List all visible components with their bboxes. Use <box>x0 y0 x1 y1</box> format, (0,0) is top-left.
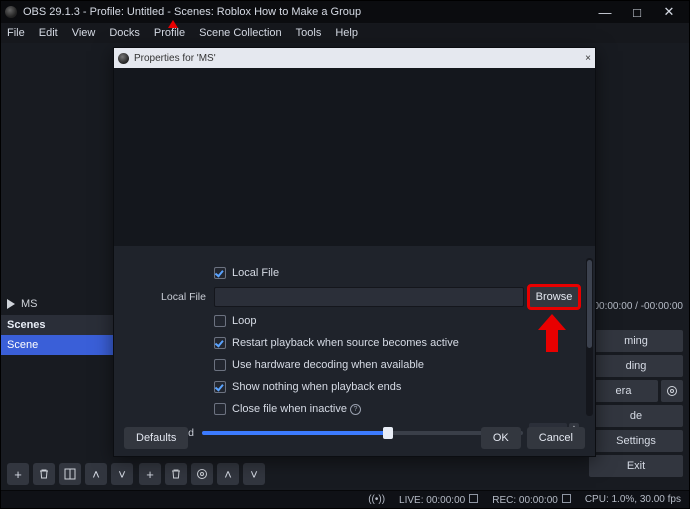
sources-up-button[interactable]: ˄ <box>217 463 239 485</box>
show-nothing-checkbox[interactable] <box>214 381 226 393</box>
right-button-2[interactable]: ding <box>589 355 683 377</box>
menu-view[interactable]: View <box>72 27 96 39</box>
gear-icon <box>667 386 677 396</box>
info-icon[interactable]: ? <box>350 404 361 415</box>
media-preview <box>114 68 595 246</box>
scenes-down-button[interactable]: ˅ <box>111 463 133 485</box>
browse-button[interactable]: Browse <box>529 286 579 308</box>
chevron-up-icon: ˄ <box>224 467 232 482</box>
menu-docks[interactable]: Docks <box>109 27 140 39</box>
live-status: LIVE: 00:00:00 <box>399 495 465 506</box>
minimize-button[interactable]: — <box>589 5 621 20</box>
dialog-logo-icon <box>118 53 129 64</box>
scenes-filter-button[interactable] <box>59 463 81 485</box>
close-button[interactable]: ✕ <box>653 4 685 20</box>
menu-tools[interactable]: Tools <box>296 27 322 39</box>
show-nothing-label: Show nothing when playback ends <box>232 381 401 393</box>
right-button-3[interactable]: era <box>589 380 658 402</box>
right-button-1[interactable]: ming <box>589 330 683 352</box>
chevron-down-icon: ˅ <box>250 467 258 482</box>
current-source-label: MS <box>21 298 38 310</box>
dialog-close-button[interactable]: × <box>585 53 591 64</box>
scenes-remove-button[interactable] <box>33 463 55 485</box>
menu-file[interactable]: File <box>7 27 25 39</box>
scenes-toolbar: + ˄ ˅ <box>7 462 133 486</box>
cpu-status: CPU: 1.0%, 30.00 fps <box>585 494 681 505</box>
trash-icon <box>38 468 50 480</box>
gear-icon <box>197 469 207 479</box>
ok-button[interactable]: OK <box>481 427 521 449</box>
menubar: File Edit View Docks Profile Scene Colle… <box>1 23 689 43</box>
dialog-scrollbar[interactable] <box>586 258 593 416</box>
menu-profile[interactable]: Profile <box>154 27 185 39</box>
right-gear-button[interactable] <box>661 380 683 402</box>
app-logo-icon <box>5 6 17 18</box>
columns-icon <box>64 468 76 480</box>
right-settings-button[interactable]: Settings <box>589 430 683 452</box>
menu-edit[interactable]: Edit <box>39 27 58 39</box>
menu-scene-collection[interactable]: Scene Collection <box>199 27 282 39</box>
window-title: OBS 29.1.3 - Profile: Untitled - Scenes:… <box>23 6 361 18</box>
live-square-icon[interactable] <box>469 494 478 503</box>
play-icon <box>7 299 15 309</box>
dialog-titlebar: Properties for 'MS' × <box>114 48 595 68</box>
chevron-down-icon: ˅ <box>118 467 126 482</box>
trash-icon <box>170 468 182 480</box>
close-file-checkbox[interactable] <box>214 403 226 415</box>
sources-remove-button[interactable] <box>165 463 187 485</box>
local-file-label: Local File <box>114 291 214 303</box>
media-time: 00:00:00 / -00:00:00 <box>589 301 683 312</box>
sources-down-button[interactable]: ˅ <box>243 463 265 485</box>
plus-icon: + <box>14 467 22 482</box>
maximize-button[interactable]: □ <box>621 5 653 20</box>
restart-label: Restart playback when source becomes act… <box>232 337 459 349</box>
right-exit-button[interactable]: Exit <box>589 455 683 477</box>
properties-dialog: Properties for 'MS' × Local File Local F… <box>113 47 596 457</box>
local-file-checkbox-label: Local File <box>232 267 279 279</box>
sources-toolbar: + ˄ ˅ <box>139 462 265 486</box>
local-file-input[interactable] <box>214 287 524 307</box>
hw-checkbox[interactable] <box>214 359 226 371</box>
local-file-checkbox[interactable] <box>214 267 226 279</box>
sources-add-button[interactable]: + <box>139 463 161 485</box>
rec-status: REC: 00:00:00 <box>492 495 558 506</box>
sources-properties-button[interactable] <box>191 463 213 485</box>
sources-current-row[interactable]: MS <box>1 293 117 315</box>
close-file-label: Close file when inactive <box>232 403 347 415</box>
plus-icon: + <box>146 467 154 482</box>
rec-square-icon[interactable] <box>562 494 571 503</box>
network-icon: ((•)) <box>368 494 385 505</box>
dialog-title: Properties for 'MS' <box>134 53 216 64</box>
status-bar: ((•)) LIVE: 00:00:00 REC: 00:00:00 CPU: … <box>1 490 689 508</box>
defaults-button[interactable]: Defaults <box>124 427 188 449</box>
scrollbar-thumb[interactable] <box>587 260 592 348</box>
scenes-up-button[interactable]: ˄ <box>85 463 107 485</box>
restart-checkbox[interactable] <box>214 337 226 349</box>
hw-label: Use hardware decoding when available <box>232 359 424 371</box>
right-button-4[interactable]: de <box>589 405 683 427</box>
menu-help[interactable]: Help <box>335 27 358 39</box>
scenes-add-button[interactable]: + <box>7 463 29 485</box>
cancel-button[interactable]: Cancel <box>527 427 585 449</box>
annotation-arrow-icon <box>168 20 178 28</box>
scene-item[interactable]: Scene <box>1 335 117 355</box>
loop-label: Loop <box>232 315 256 327</box>
titlebar: OBS 29.1.3 - Profile: Untitled - Scenes:… <box>1 1 689 23</box>
chevron-up-icon: ˄ <box>92 467 100 482</box>
loop-checkbox[interactable] <box>214 315 226 327</box>
scenes-panel-title: Scenes <box>1 315 117 335</box>
